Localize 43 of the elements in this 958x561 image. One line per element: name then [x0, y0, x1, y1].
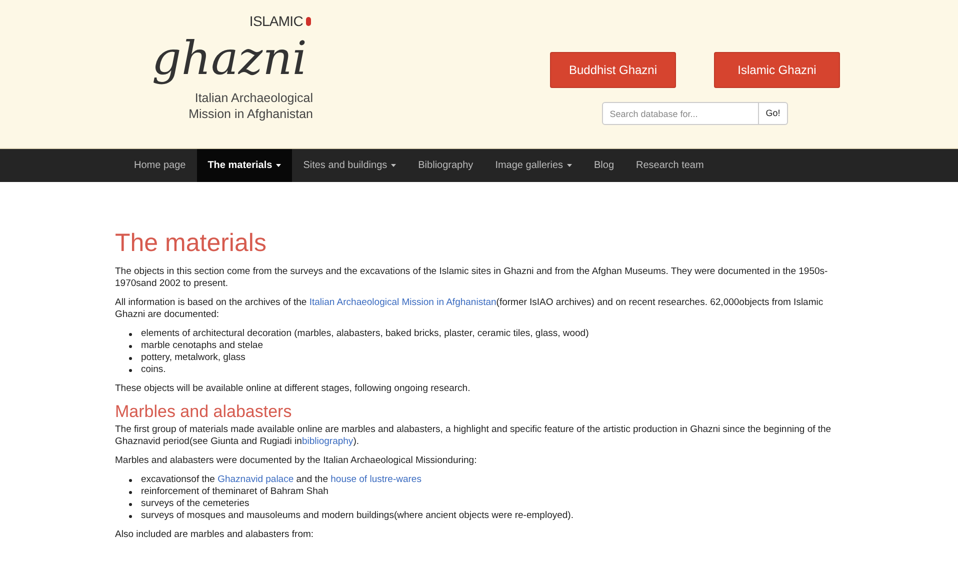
bullet-icon: [129, 345, 132, 348]
list-item: pottery, metalwork, glass: [141, 352, 246, 364]
logo-subtitle: Mission in Afghanistan: [188, 106, 314, 122]
text-link[interactable]: Ghaznavid palace: [218, 474, 294, 485]
paragraph: Marbles and alabasters were documented by the Italian Archaeological Missionduring:: [115, 455, 478, 467]
section-heading: Marbles and alabasters: [115, 402, 293, 422]
paragraph: All information is based on the archives of the Italian Archaeological Mission in Afghanistan(former IsIAO archives) and on recent researches. 62,000objects from Islamic Ghazni are documented:: [115, 297, 824, 321]
bullet-icon: [129, 357, 132, 360]
bullet-icon: [129, 491, 132, 494]
paragraph: The objects in this section come from the surveys and the excavations of the Islamic sites in Ghazni and from the Afghan Museums. They were documented in the 1950s-1970sand 2002 to present.: [115, 266, 829, 290]
search-field[interactable]: Search database for...: [602, 102, 759, 125]
bullet-icon: [129, 515, 132, 518]
list-item: coins.: [141, 364, 166, 376]
list-item: surveys of the cemeteries: [141, 498, 250, 510]
nav-tab[interactable]: Sites and buildings: [292, 149, 408, 182]
site-button[interactable]: Islamic Ghazni: [714, 52, 840, 88]
site-button[interactable]: Buddhist Ghazni: [550, 52, 676, 88]
nav-tab[interactable]: Research team: [625, 149, 715, 182]
text-link[interactable]: Italian Archaeological Mission in Afghanistan: [309, 297, 496, 308]
go-button[interactable]: Go!: [758, 102, 788, 125]
list-item: marble cenotaphs and stelae: [141, 340, 263, 352]
text-link[interactable]: bibliography: [302, 436, 354, 447]
text-link[interactable]: house of lustre-wares: [330, 474, 422, 485]
bullet-icon: [129, 479, 132, 482]
logo-subtitle: Italian Archaeological: [194, 90, 314, 106]
paragraph: The first group of materials made available online are marbles and alabasters, a highlight and specific feature of the artistic production in Ghazni since the beginning of the Ghaznavid period(see Giunta and Rugiadi inbibliography).: [115, 424, 832, 448]
nav-tab[interactable]: Image galleries: [484, 149, 583, 182]
logo-wordmark: ghazni: [150, 30, 308, 87]
list-item: reinforcement of theminaret of Bahram Shah: [141, 486, 328, 498]
list-item: elements of architectural decoration (marbles, alabasters, baked bricks, plaster, ceramic tiles, glass, wood): [141, 328, 589, 340]
bullet-icon: [129, 333, 132, 336]
paragraph: Also included are marbles and alabasters from:: [115, 529, 315, 541]
logo-text: ISLAMIC: [249, 14, 303, 28]
nav-tab[interactable]: Bibliography: [407, 149, 484, 182]
paragraph: These objects will be available online at different stages, following ongoing research.: [115, 383, 472, 395]
nav-tab[interactable]: The materials: [196, 149, 292, 182]
list-item: excavationsof the Ghaznavid palace and the house of lustre-wares: [141, 474, 422, 486]
nav-tab[interactable]: Home page: [123, 149, 197, 182]
bullet-icon: [129, 503, 132, 506]
nav-tab[interactable]: Blog: [583, 149, 626, 182]
bullet-icon: [129, 369, 132, 372]
list-item: surveys of mosques and mausoleums and modern buildings(where ancient objects were re-employed).: [141, 510, 574, 522]
page-title: The materials: [115, 228, 268, 258]
